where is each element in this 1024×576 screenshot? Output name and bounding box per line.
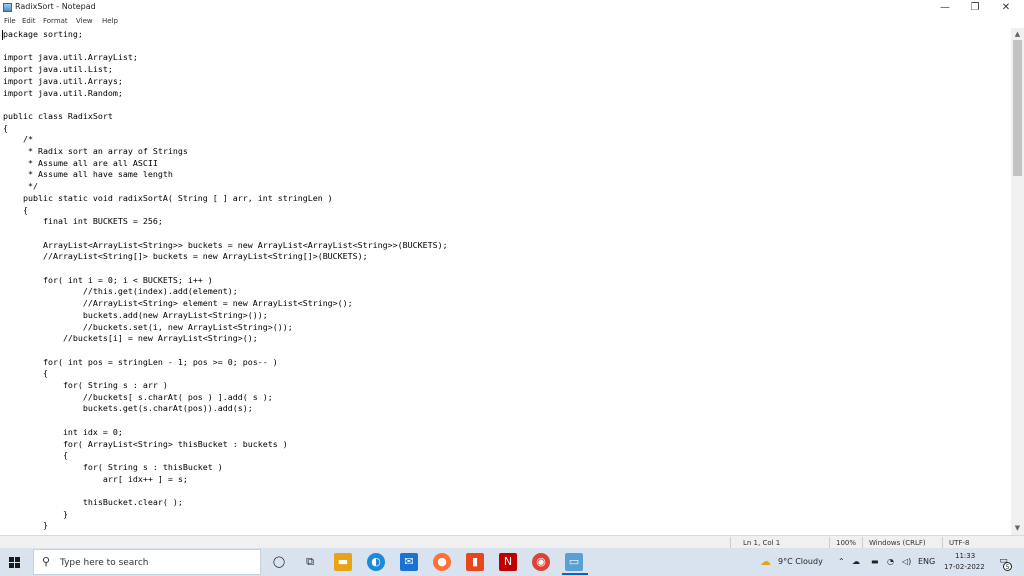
code-line: buckets.add(new ArrayList<String>()); (3, 309, 268, 320)
code-line: { (3, 450, 68, 461)
show-hidden-icons-icon[interactable]: ⌃ (838, 557, 845, 566)
code-line: public class RadixSort (3, 110, 113, 121)
code-line: package sorting; (3, 29, 83, 39)
code-line: for( String s : thisBucket ) (3, 461, 223, 472)
code-line: public static void radixSortA( String [ … (3, 192, 333, 203)
vertical-scrollbar[interactable]: ▲ ▼ (1011, 28, 1024, 535)
code-line: arr[ idx++ ] = s; (3, 473, 188, 484)
code-line: * Assume all are all ASCII (3, 157, 158, 168)
onedrive-icon[interactable]: ☁ (852, 557, 860, 566)
search-icon: ⚲ (42, 555, 51, 568)
code-line: thisBucket.clear( ); (3, 497, 183, 507)
title-bar: RadixSort - Notepad — ❐ ✕ (0, 0, 1024, 15)
active-app-indicator (562, 573, 588, 575)
code-line: } (3, 520, 48, 531)
code-line: { (3, 204, 28, 215)
office-icon[interactable]: ▮ (466, 553, 484, 571)
taskbar: ⚲ Type here to search ☁ 9°C Cloudy ⌃ ☁ ▬… (0, 548, 1024, 576)
zoom-level: 100% (836, 539, 857, 547)
code-line: final int BUCKETS = 256; (3, 216, 163, 227)
status-divider (730, 537, 731, 548)
status-divider (942, 537, 943, 548)
code-line: { (3, 368, 48, 379)
notepad-icon[interactable]: ▭ (565, 553, 583, 571)
code-line: //buckets[ s.charAt( pos ) ].add( s ); (3, 391, 273, 402)
status-divider (862, 537, 863, 548)
code-line: /* (3, 134, 33, 145)
line-ending: Windows (CRLF) (869, 539, 926, 547)
code-line: * Radix sort an array of Strings (3, 146, 188, 156)
code-line: //this.get(index).add(element); (3, 286, 238, 297)
code-line: for( String s : arr ) (3, 380, 168, 390)
cursor-position: Ln 1, Col 1 (743, 539, 781, 547)
weather-icon: ☁ (760, 555, 771, 568)
minimize-button[interactable]: — (930, 0, 960, 15)
code-line: import java.util.Random; (3, 87, 123, 98)
volume-icon[interactable]: ◁) (902, 557, 911, 566)
windows-start-icon[interactable] (9, 557, 20, 568)
battery-icon[interactable]: ▬ (871, 557, 879, 566)
cortana-icon[interactable]: ◯ (270, 553, 288, 571)
clock-time[interactable]: 11:33 (955, 552, 975, 560)
language-indicator[interactable]: ENG (918, 557, 935, 566)
code-line: for( int i = 0; i < BUCKETS; i++ ) (3, 274, 213, 285)
status-bar: Ln 1, Col 1 100% Windows (CRLF) UTF-8 (0, 535, 1024, 549)
app-icon-dark[interactable]: N (499, 553, 517, 571)
close-button[interactable]: ✕ (991, 0, 1021, 15)
network-icon[interactable]: ◔ (887, 557, 894, 566)
weather-text[interactable]: 9°C Cloudy (778, 557, 823, 566)
code-line: //buckets[i] = new ArrayList<String>(); (3, 333, 258, 344)
code-line: import java.util.List; (3, 64, 113, 75)
code-line: int idx = 0; (3, 426, 123, 437)
code-line: import java.util.Arrays; (3, 75, 123, 86)
task-view-icon[interactable]: ⧉ (301, 553, 319, 571)
code-line: //buckets.set(i, new ArrayList<String>()… (3, 321, 293, 332)
file-explorer-icon[interactable]: ▬ (334, 553, 352, 571)
code-line: //ArrayList<String[]> buckets = new Arra… (3, 251, 368, 262)
scroll-up-icon[interactable]: ▲ (1011, 28, 1024, 40)
menu-help[interactable]: Help (102, 17, 118, 25)
firefox-icon[interactable]: ● (433, 553, 451, 571)
menu-bar: File Edit Format View Help (0, 15, 1024, 28)
maximize-button[interactable]: ❐ (960, 0, 990, 15)
menu-edit[interactable]: Edit (22, 17, 36, 25)
code-line: buckets.get(s.charAt(pos)).add(s); (3, 403, 253, 414)
encoding: UTF-8 (949, 539, 970, 547)
scroll-down-icon[interactable]: ▼ (1011, 522, 1024, 534)
status-divider (829, 537, 830, 548)
search-input[interactable]: Type here to search (60, 558, 148, 568)
notification-badge: 5 (1003, 562, 1012, 571)
code-line: ArrayList<ArrayList<String>> buckets = n… (3, 239, 448, 250)
text-editor[interactable]: package sorting; import java.util.ArrayLi… (0, 28, 1011, 535)
code-line: //ArrayList<String> element = new ArrayL… (3, 298, 353, 309)
chrome-icon[interactable]: ◉ (532, 553, 550, 571)
code-line: for( ArrayList<String> thisBucket : buck… (3, 438, 288, 449)
edge-icon[interactable]: ◐ (367, 553, 385, 571)
code-line: import java.util.ArrayList; (3, 52, 138, 63)
scroll-thumb[interactable] (1013, 40, 1022, 176)
window-title: RadixSort - Notepad (15, 2, 96, 11)
notepad-app-icon (3, 3, 12, 12)
menu-format[interactable]: Format (43, 17, 68, 25)
mail-icon[interactable]: ✉ (400, 553, 418, 571)
menu-view[interactable]: View (76, 17, 93, 25)
code-line: for( int pos = stringLen - 1; pos >= 0; … (3, 356, 278, 367)
code-line: */ (3, 181, 38, 192)
clock-date[interactable]: 17-02-2022 (944, 563, 985, 571)
code-line: * Assume all have same length (3, 169, 173, 180)
code-line: } (3, 508, 68, 519)
code-line: { (3, 122, 8, 133)
menu-file[interactable]: File (4, 17, 16, 25)
taskbar-search-box[interactable]: ⚲ Type here to search (33, 549, 261, 575)
